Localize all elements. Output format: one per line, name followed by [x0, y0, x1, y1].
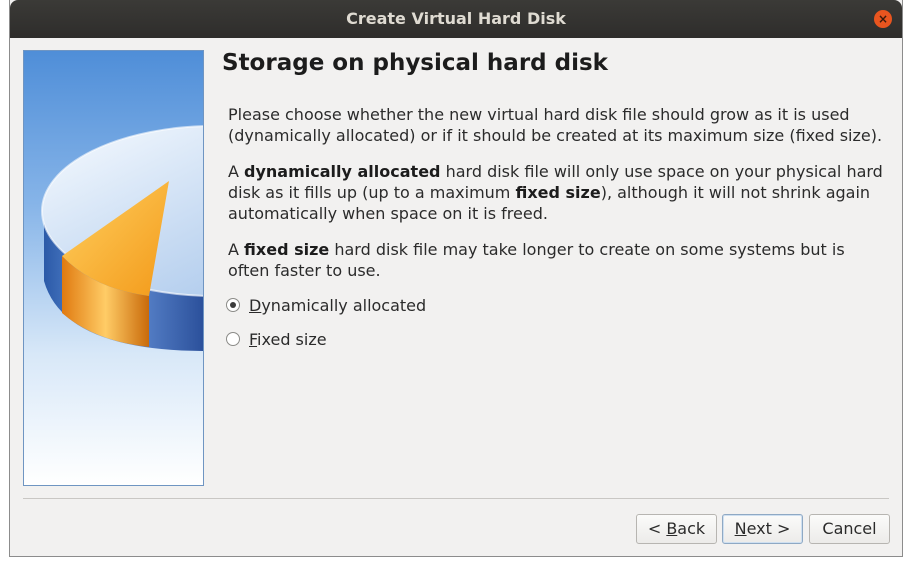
option-fixed-size[interactable]: Fixed size — [226, 328, 327, 350]
intro-paragraph: Please choose whether the new virtual ha… — [228, 105, 883, 145]
next-button[interactable]: Next > — [722, 514, 803, 544]
radio-fixed[interactable] — [226, 332, 240, 346]
page-title: Storage on physical hard disk — [222, 50, 608, 76]
option-label-fixed[interactable]: Fixed size — [249, 330, 327, 349]
label-rest: ixed size — [257, 329, 327, 349]
text-run: A — [228, 240, 245, 259]
bold-term-fixed: fixed size — [244, 240, 330, 259]
bold-term-dynamic: dynamically allocated — [244, 162, 441, 181]
window-title: Create Virtual Hard Disk — [346, 9, 566, 28]
label-prefix: < — [647, 519, 667, 538]
dynamic-description: A dynamically allocated hard disk file w… — [228, 161, 888, 224]
cancel-button[interactable]: Cancel — [809, 514, 890, 544]
fixed-description: A fixed size hard disk file may take lon… — [228, 239, 888, 281]
button-separator — [23, 498, 889, 499]
back-button[interactable]: < Back — [636, 514, 717, 544]
label-rest: ext > — [746, 519, 791, 538]
option-dynamically-allocated[interactable]: Dynamically allocated — [226, 294, 426, 316]
disk-icon — [41, 125, 203, 351]
mnemonic: B — [666, 519, 678, 538]
close-icon: × — [877, 12, 889, 26]
radio-selected-dot — [230, 302, 236, 308]
radio-dynamic[interactable] — [226, 298, 240, 312]
hard-disk-illustration — [23, 50, 204, 486]
text-run: A — [228, 162, 245, 181]
close-button[interactable]: × — [874, 10, 892, 28]
mnemonic: F — [249, 329, 258, 349]
mnemonic: D — [249, 295, 262, 315]
label-rest: ynamically allocated — [261, 295, 427, 315]
option-label-dynamic[interactable]: Dynamically allocated — [249, 296, 426, 315]
mnemonic: N — [734, 519, 747, 538]
dialog-window: Create Virtual Hard Disk × Storage on ph… — [9, 0, 903, 557]
titlebar[interactable]: Create Virtual Hard Disk × — [10, 0, 902, 38]
bold-term-fixed: fixed size — [515, 183, 601, 202]
label-rest: ack — [677, 519, 706, 538]
